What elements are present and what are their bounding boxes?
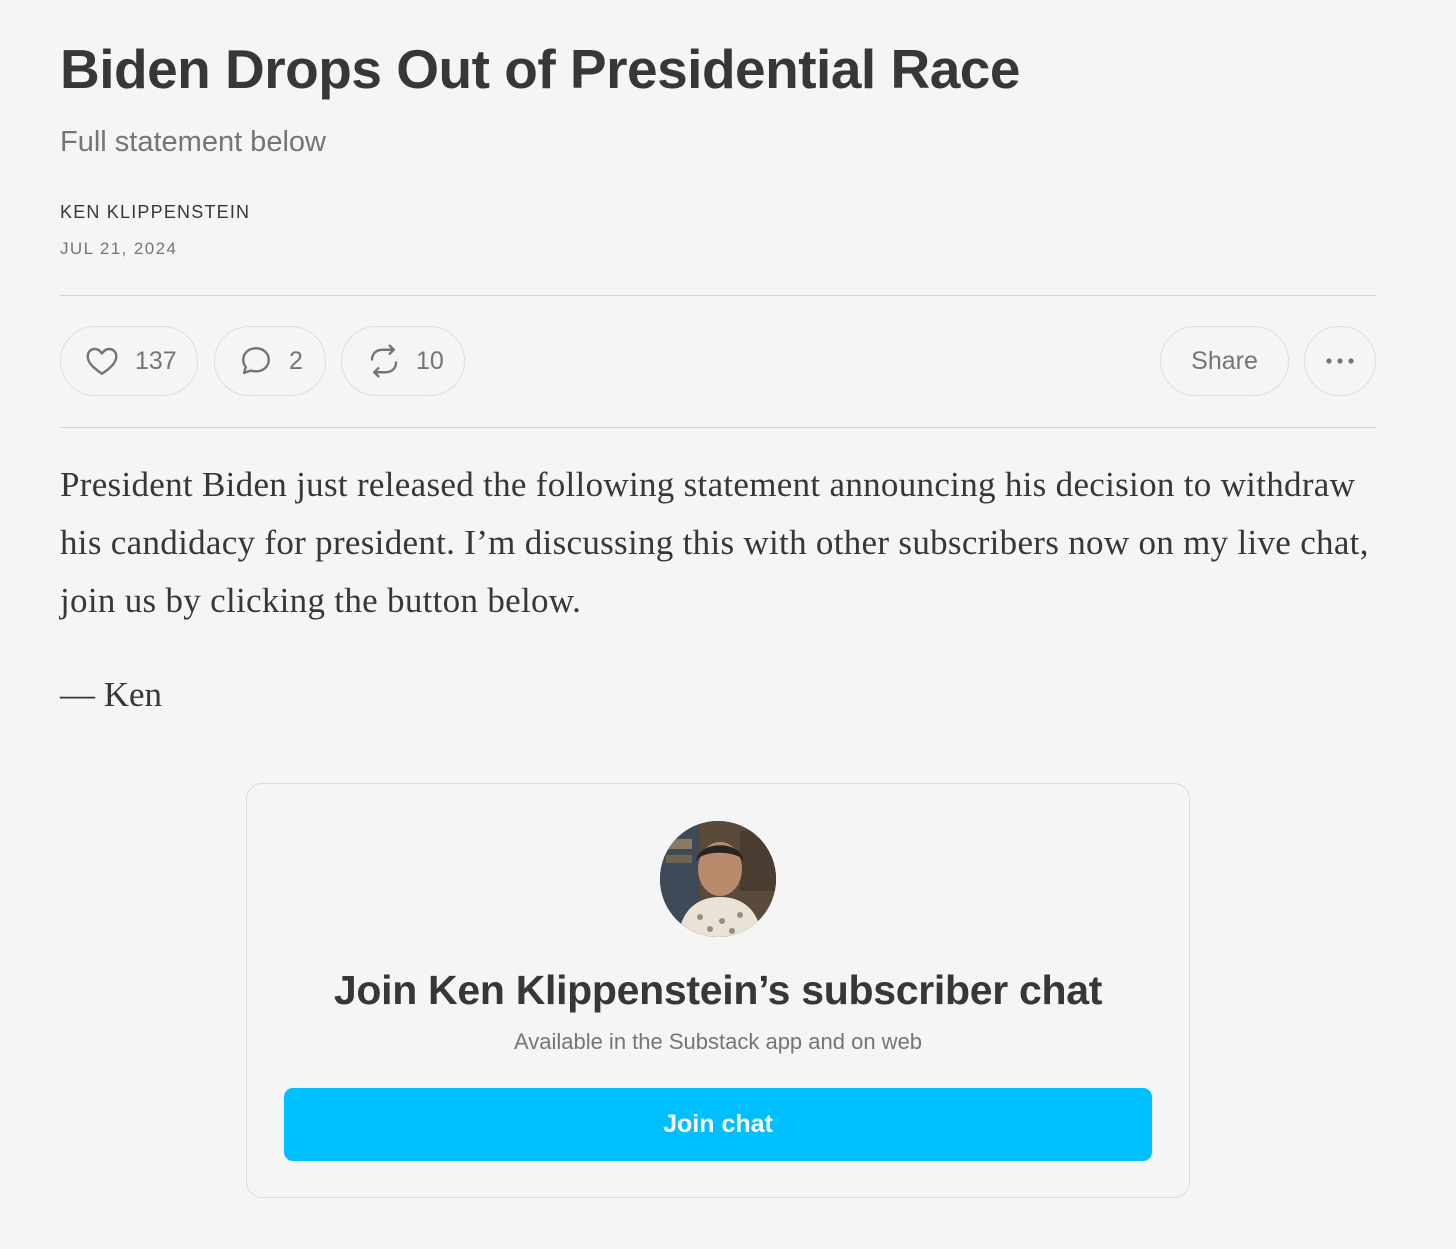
divider-top: [60, 295, 1376, 296]
comment-icon: [237, 343, 275, 379]
share-button[interactable]: Share: [1160, 326, 1289, 396]
more-icon: [1324, 357, 1356, 365]
author-name[interactable]: KEN KLIPPENSTEIN: [60, 200, 250, 224]
post-date: JUL 21, 2024: [60, 239, 178, 258]
heart-icon: [83, 343, 121, 379]
restack-button[interactable]: 10: [341, 326, 465, 396]
chat-card-subtitle: Available in the Substack app and on web: [513, 1029, 923, 1054]
post-signoff: — Ken: [60, 675, 163, 714]
divider-bottom: [60, 427, 1376, 428]
comment-button[interactable]: 2: [214, 326, 326, 396]
comment-count: 2: [289, 346, 303, 375]
post-title: Biden Drops Out of Presidential Race: [60, 38, 1020, 100]
join-chat-button[interactable]: Join chat: [284, 1088, 1152, 1161]
like-button[interactable]: 137: [60, 326, 198, 396]
chat-card-title: Join Ken Klippenstein’s subscriber chat: [333, 967, 1103, 1013]
subscriber-chat-card: Join Ken Klippenstein’s subscriber chat …: [246, 783, 1190, 1198]
post-body-paragraph: President Biden just released the follow…: [60, 465, 1369, 620]
avatar: [660, 821, 776, 937]
restack-count: 10: [416, 346, 444, 375]
more-options-button[interactable]: [1304, 326, 1376, 396]
restack-icon: [366, 343, 402, 379]
like-count: 137: [135, 346, 177, 375]
post-subtitle: Full statement below: [60, 126, 326, 158]
